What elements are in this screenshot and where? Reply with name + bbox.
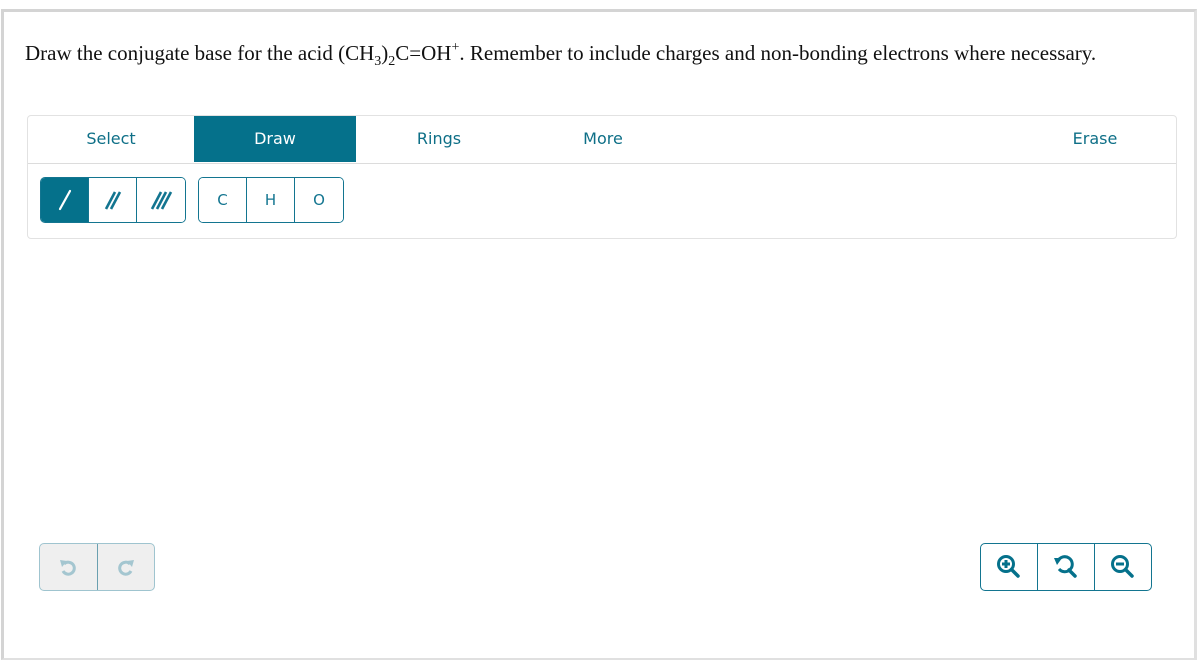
undo-button[interactable] [40, 544, 98, 590]
tab-draw[interactable]: Draw [194, 116, 356, 162]
tab-erase[interactable]: Erase [1018, 116, 1172, 162]
single-bond-button[interactable] [41, 178, 89, 222]
atom-buttons: C H O [198, 177, 344, 223]
bond-buttons [40, 177, 186, 223]
draw-tools: C H O [28, 163, 1176, 239]
tab-more[interactable]: More [522, 116, 684, 162]
redo-button[interactable] [98, 544, 155, 590]
toolbar-tabs: Select Draw Rings More Erase [28, 116, 1176, 164]
double-bond-icon [104, 191, 121, 210]
drawing-toolbar: Select Draw Rings More Erase C H O [27, 115, 1177, 239]
zoom-reset-button[interactable] [1038, 544, 1095, 590]
atom-h-button[interactable]: H [247, 178, 295, 222]
zoom-in-icon [997, 555, 1020, 578]
atom-o-button[interactable]: O [295, 178, 343, 222]
question-text-part: C=OH [395, 41, 452, 65]
redo-icon [117, 560, 134, 576]
zoom-out-icon [1111, 555, 1134, 578]
zoom-controls [980, 543, 1152, 591]
triple-bond-icon [150, 191, 173, 210]
question-text-part: Draw the conjugate base for the acid (CH [25, 41, 375, 65]
question-text-part: . Remember to include charges and non-bo… [459, 41, 1097, 65]
undo-icon [60, 560, 77, 576]
double-bond-button[interactable] [89, 178, 137, 222]
atom-c-button[interactable]: C [199, 178, 247, 222]
tab-select[interactable]: Select [28, 116, 194, 162]
triple-bond-button[interactable] [137, 178, 185, 222]
zoom-out-button[interactable] [1095, 544, 1151, 590]
question-text: Draw the conjugate base for the acid (CH… [25, 36, 1175, 71]
zoom-reset-icon [1054, 555, 1077, 578]
single-bond-icon [58, 189, 71, 211]
tab-rings[interactable]: Rings [356, 116, 522, 162]
zoom-in-button[interactable] [981, 544, 1038, 590]
history-controls [39, 543, 155, 591]
